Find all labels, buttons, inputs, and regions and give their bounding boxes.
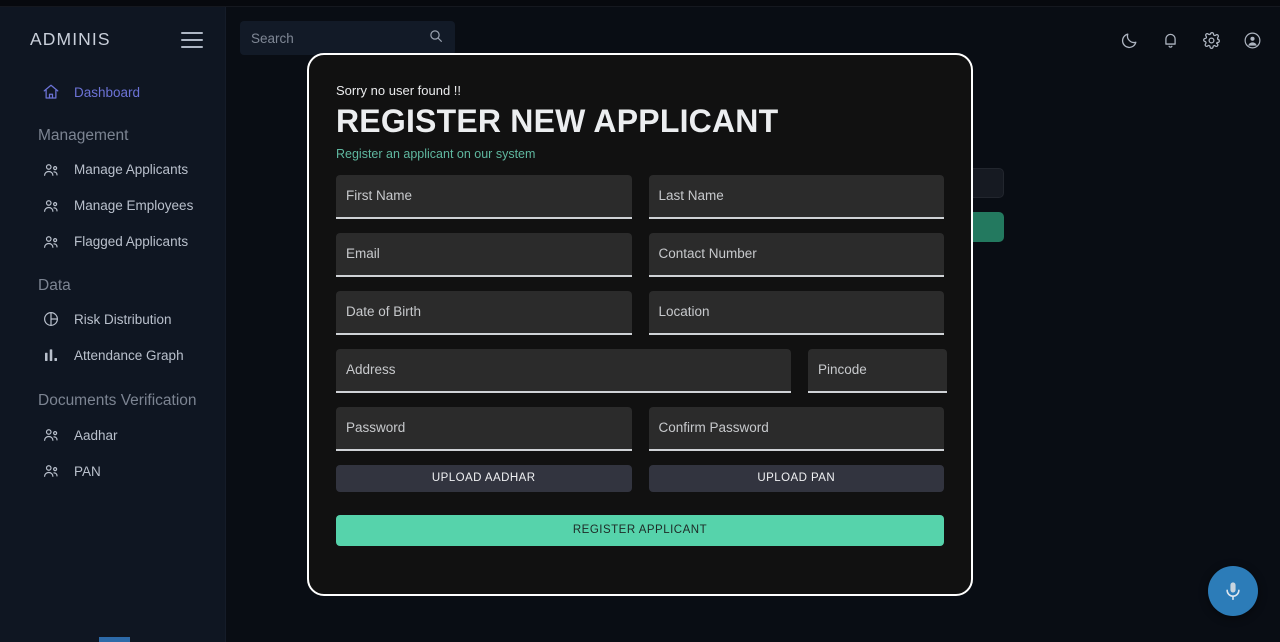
users-icon — [42, 426, 60, 444]
sidebar-item-manage-employees[interactable]: Manage Employees — [0, 188, 225, 224]
first-name-field[interactable]: First Name — [336, 174, 632, 219]
search-input[interactable]: Search — [240, 21, 455, 55]
search-icon[interactable] — [428, 28, 444, 49]
sidebar-nav: Dashboard Management Manage Applicants M… — [0, 74, 225, 489]
users-icon — [42, 462, 60, 480]
form-row-name: First Name Last Name — [336, 174, 944, 219]
sidebar-item-label: PAN — [74, 463, 101, 479]
last-name-label: Last Name — [658, 188, 724, 204]
sidebar-item-attendance-graph[interactable]: Attendance Graph — [0, 337, 225, 373]
bar-chart-icon — [42, 346, 60, 364]
sidebar-section-documents-verification: Documents Verification — [38, 392, 197, 410]
sidebar-item-manage-applicants[interactable]: Manage Applicants — [0, 152, 225, 188]
sidebar-item-label: Attendance Graph — [74, 347, 184, 363]
date-of-birth-label: Date of Birth — [346, 304, 422, 320]
upload-aadhar-button[interactable]: UPLOAD AADHAR — [336, 464, 632, 492]
sidebar-item-label: Risk Distribution — [74, 311, 172, 327]
no-user-found-message: Sorry no user found !! — [336, 83, 462, 98]
users-icon — [42, 233, 60, 251]
moon-icon[interactable] — [1120, 31, 1139, 50]
sidebar-header: ADMINIS — [0, 7, 225, 50]
sidebar-section-data: Data — [38, 276, 71, 294]
date-of-birth-field[interactable]: Date of Birth — [336, 290, 632, 335]
email-label: Email — [346, 246, 380, 262]
voice-assistant-fab[interactable] — [1208, 566, 1258, 616]
sidebar-item-label: Manage Employees — [74, 198, 194, 214]
sidebar-item-flagged-applicants[interactable]: Flagged Applicants — [0, 224, 225, 260]
contact-number-field[interactable]: Contact Number — [648, 232, 944, 277]
gear-icon[interactable] — [1202, 31, 1221, 50]
sidebar-item-label: Flagged Applicants — [74, 234, 189, 250]
confirm-password-label: Confirm Password — [658, 420, 769, 436]
address-field[interactable]: Address — [336, 348, 791, 393]
last-name-field[interactable]: Last Name — [648, 174, 944, 219]
form-row-address: Address Pincode — [336, 348, 947, 393]
avatar-icon[interactable] — [1243, 31, 1262, 50]
register-applicant-modal: Sorry no user found !! REGISTER NEW APPL… — [307, 53, 973, 596]
contact-number-label: Contact Number — [658, 246, 757, 262]
topbar-icon-group — [1120, 31, 1262, 50]
password-label: Password — [346, 420, 406, 436]
app-window: ADMINIS Dashboard Management Manage Appl… — [0, 0, 1280, 642]
pie-chart-icon — [42, 310, 60, 328]
sidebar: ADMINIS Dashboard Management Manage Appl… — [0, 7, 226, 642]
form-row-contact: Email Contact Number — [336, 232, 944, 277]
browser-chrome-strip — [0, 0, 1280, 7]
brand-title: ADMINIS — [30, 29, 111, 49]
form-row-password: Password Confirm Password — [336, 406, 944, 451]
hamburger-icon[interactable] — [181, 31, 203, 48]
upload-row: UPLOAD AADHAR UPLOAD PAN — [336, 464, 944, 492]
users-icon — [42, 197, 60, 215]
confirm-password-field[interactable]: Confirm Password — [648, 406, 944, 451]
sidebar-item-label: Aadhar — [74, 427, 118, 443]
first-name-label: First Name — [346, 188, 413, 204]
page-title: REGISTER NEW APPLICANT — [336, 103, 779, 139]
address-label: Address — [346, 362, 396, 378]
form-row-dob-location: Date of Birth Location — [336, 290, 944, 335]
pincode-label: Pincode — [818, 362, 867, 378]
register-applicant-button[interactable]: REGISTER APPLICANT — [336, 514, 944, 546]
sidebar-item-label: Manage Applicants — [74, 162, 189, 178]
search-placeholder: Search — [251, 30, 294, 46]
location-field[interactable]: Location — [648, 290, 944, 335]
users-icon — [42, 161, 60, 179]
sidebar-section-management: Management — [38, 127, 129, 144]
sidebar-item-pan[interactable]: PAN — [0, 453, 225, 489]
sidebar-item-dashboard[interactable]: Dashboard — [0, 74, 225, 110]
sidebar-item-risk-distribution[interactable]: Risk Distribution — [0, 301, 225, 337]
microphone-icon — [1222, 580, 1244, 602]
bottom-status-sliver — [99, 637, 130, 642]
email-field[interactable]: Email — [336, 232, 632, 277]
home-icon — [42, 83, 60, 101]
sidebar-item-aadhar[interactable]: Aadhar — [0, 417, 225, 453]
pincode-field[interactable]: Pincode — [808, 348, 947, 393]
location-label: Location — [658, 304, 710, 320]
upload-pan-button[interactable]: UPLOAD PAN — [648, 464, 944, 492]
password-field[interactable]: Password — [336, 406, 632, 451]
modal-subtitle: Register an applicant on our system — [336, 146, 536, 161]
bell-icon[interactable] — [1161, 31, 1180, 50]
sidebar-item-label: Dashboard — [74, 84, 141, 100]
